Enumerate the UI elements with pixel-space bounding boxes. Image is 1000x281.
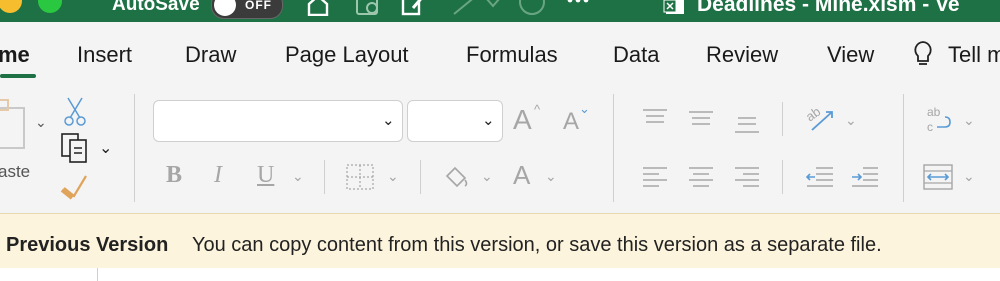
previous-version-message-bar: Previous Version You can copy content fr…: [0, 213, 1000, 269]
lightbulb-icon[interactable]: [912, 40, 934, 68]
caret-down-icon: ⌄: [579, 101, 590, 116]
tab-insert[interactable]: Insert: [77, 42, 132, 68]
italic-button[interactable]: I: [214, 162, 222, 189]
message-text: You can copy content from this version, …: [192, 234, 882, 256]
tab-view[interactable]: View: [827, 42, 874, 68]
cut-icon[interactable]: [64, 96, 86, 126]
font-name-select[interactable]: ⌄: [153, 100, 403, 142]
group-divider: [134, 94, 135, 202]
tab-data[interactable]: Data: [613, 42, 659, 68]
message-title: Previous Version: [6, 234, 169, 256]
paste-dropdown-icon[interactable]: ⌄: [35, 114, 47, 131]
edit-icon[interactable]: [401, 0, 425, 16]
borders-icon[interactable]: [346, 164, 374, 190]
decrease-font-size-button[interactable]: A: [563, 108, 579, 136]
toggle-knob: [214, 0, 236, 16]
group-divider: [613, 94, 614, 202]
group-divider: [903, 94, 904, 202]
paste-icon[interactable]: [0, 98, 28, 150]
fill-color-icon[interactable]: [443, 164, 471, 190]
tell-me-search[interactable]: Tell m: [948, 42, 1000, 68]
tab-home[interactable]: me: [0, 42, 30, 68]
bold-button[interactable]: B: [166, 162, 182, 189]
borders-dropdown-icon[interactable]: ⌄: [387, 168, 399, 185]
divider: [420, 160, 421, 194]
increase-indent-icon[interactable]: [851, 166, 879, 190]
wrap-text-icon[interactable]: ab c: [925, 104, 955, 134]
excel-file-icon: [663, 0, 687, 16]
font-color-dropdown-icon[interactable]: ⌄: [545, 168, 557, 185]
zoom-window-button[interactable]: [38, 0, 62, 13]
svg-text:ab: ab: [927, 105, 941, 119]
underline-dropdown-icon[interactable]: ⌄: [292, 168, 304, 185]
wrap-text-dropdown-icon[interactable]: ⌄: [963, 112, 975, 129]
format-painter-icon[interactable]: [60, 172, 90, 200]
autosave-label: AutoSave: [112, 0, 200, 15]
toggle-state-label: OFF: [245, 0, 272, 12]
redo-icon[interactable]: [518, 0, 545, 16]
paste-label: aste: [0, 162, 31, 181]
font-size-select[interactable]: ⌄: [407, 100, 503, 142]
orientation-dropdown-icon[interactable]: ⌄: [845, 112, 857, 129]
align-middle-icon[interactable]: [688, 110, 714, 132]
align-right-icon[interactable]: [734, 166, 760, 190]
fill-color-dropdown-icon[interactable]: ⌄: [481, 168, 493, 185]
caret-up-icon: ^: [534, 102, 541, 117]
font-color-button[interactable]: A: [513, 160, 530, 191]
more-icon[interactable]: [566, 0, 590, 16]
copy-icon[interactable]: [60, 132, 92, 164]
align-top-icon[interactable]: [642, 108, 668, 130]
align-center-icon[interactable]: [688, 166, 714, 190]
title-bar: AutoSave OFF Deadlines - Mine.xlsm - Ve: [0, 0, 1000, 22]
align-left-icon[interactable]: [642, 166, 668, 190]
merge-dropdown-icon[interactable]: ⌄: [963, 168, 975, 185]
undo-dropdown-icon[interactable]: [484, 0, 508, 16]
minimize-window-button[interactable]: [0, 0, 22, 13]
document-title: Deadlines - Mine.xlsm - Ve: [697, 0, 960, 16]
merge-center-icon[interactable]: [923, 164, 953, 190]
tab-formulas[interactable]: Formulas: [466, 42, 558, 68]
chevron-down-icon: ⌄: [482, 112, 495, 129]
tab-review[interactable]: Review: [706, 42, 778, 68]
align-bottom-icon[interactable]: [734, 114, 760, 136]
orientation-icon[interactable]: ab: [806, 104, 836, 134]
increase-font-size-button[interactable]: A: [513, 104, 532, 136]
underline-button[interactable]: U: [257, 162, 274, 189]
active-tab-indicator: [0, 74, 36, 78]
formula-bar-area: [0, 268, 1000, 281]
divider: [324, 160, 325, 194]
home-icon[interactable]: [306, 0, 330, 16]
ribbon-home: ⌄ aste ⌄ ⌄ ⌄ A ^ A ⌄ B I U ⌄ ⌄ ⌄ A ⌄ ab …: [0, 86, 1000, 212]
ribbon-tabs: me Insert Draw Page Layout Formulas Data…: [0, 22, 1000, 86]
divider: [782, 102, 783, 136]
svg-text:c: c: [927, 120, 933, 134]
save-icon[interactable]: [355, 0, 379, 16]
decrease-indent-icon[interactable]: [806, 166, 834, 190]
undo-icon[interactable]: [452, 0, 476, 16]
tab-page-layout[interactable]: Page Layout: [285, 42, 409, 68]
divider: [782, 160, 783, 194]
chevron-down-icon: ⌄: [382, 112, 395, 129]
tab-draw[interactable]: Draw: [185, 42, 236, 68]
name-box[interactable]: [0, 268, 98, 281]
autosave-toggle[interactable]: OFF: [211, 0, 283, 19]
copy-dropdown-icon[interactable]: ⌄: [99, 138, 112, 158]
